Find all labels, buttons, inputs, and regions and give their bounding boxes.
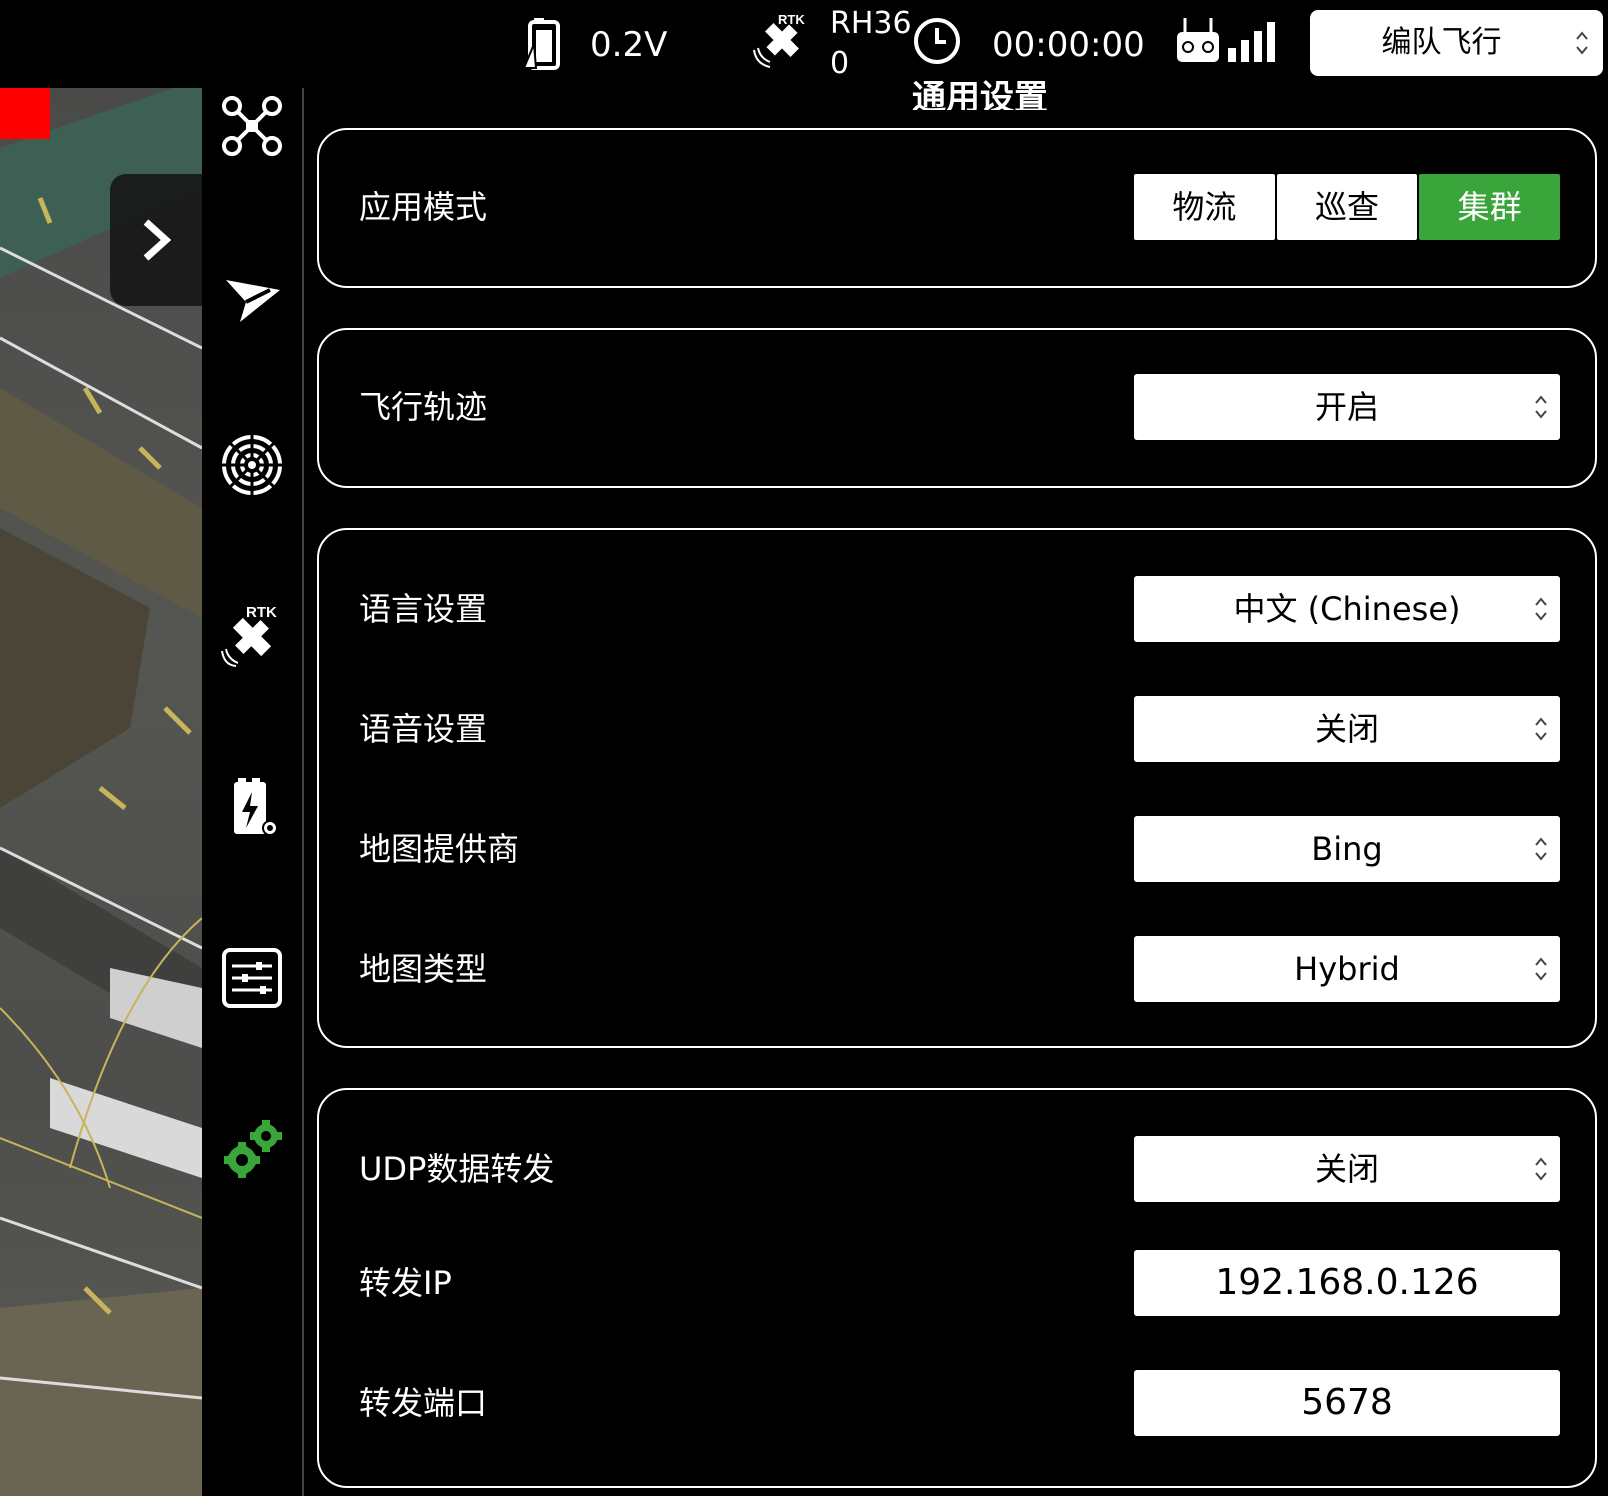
forward-ip-label: 转发IP <box>359 1264 452 1302</box>
udp-forward-card: UDP数据转发 关闭 转发IP 192.168.0.126 转发端口 5678 <box>317 1088 1597 1488</box>
rtk-icon[interactable]: RTK <box>220 603 284 667</box>
forward-port-label: 转发端口 <box>359 1384 488 1422</box>
voice-label: 语音设置 <box>359 710 488 748</box>
updown-chevron-icon <box>1535 837 1547 861</box>
updown-chevron-icon <box>1535 597 1547 621</box>
flight-track-select[interactable]: 开启 <box>1134 374 1560 440</box>
language-select[interactable]: 中文 (Chinese) <box>1134 576 1560 642</box>
send-icon[interactable] <box>220 266 284 330</box>
flight-timer: 00:00:00 <box>992 25 1145 65</box>
battery-voltage: 0.2V <box>590 25 668 65</box>
flight-track-value: 开启 <box>1314 388 1379 426</box>
updown-chevron-icon <box>1576 31 1588 55</box>
rtk-status-line1: RH36 <box>830 6 912 41</box>
drone-icon[interactable] <box>220 94 284 158</box>
voice-value: 关闭 <box>1314 710 1379 748</box>
language-value: 中文 (Chinese) <box>1233 590 1461 628</box>
flight-mode-value: 编队飞行 <box>1381 25 1502 60</box>
map-view[interactable] <box>0 88 202 1496</box>
application-mode-card: 应用模式 物流 巡查 集群 <box>317 128 1597 288</box>
application-mode-label: 应用模式 <box>359 188 488 226</box>
language-label: 语言设置 <box>359 590 488 628</box>
rtk-badge: RTK <box>778 12 805 27</box>
clock-icon <box>914 18 960 64</box>
application-mode-segmented-control: 物流 巡查 集群 <box>1134 174 1561 240</box>
mode-option-cluster[interactable]: 集群 <box>1419 174 1561 240</box>
map-type-select[interactable]: Hybrid <box>1134 936 1560 1002</box>
flight-track-card: 飞行轨迹 开启 <box>317 328 1597 488</box>
alert-marker[interactable] <box>0 88 50 139</box>
sliders-icon[interactable] <box>220 946 284 1010</box>
display-settings-card: 语言设置 中文 (Chinese) 语音设置 关闭 地图提供商 Bing 地图类… <box>317 528 1597 1048</box>
map-provider-label: 地图提供商 <box>359 830 520 868</box>
battery-settings-icon[interactable] <box>220 778 284 842</box>
remote-controller-icon <box>1177 18 1219 62</box>
forward-port-value: 5678 <box>1301 1382 1393 1423</box>
updown-chevron-icon <box>1535 717 1547 741</box>
status-bar: 0.2V RTK RH36 0 00:00:00 编队飞行 <box>0 0 1608 88</box>
nav-rail: RTK <box>202 88 304 1496</box>
expand-panel-button[interactable] <box>110 174 202 306</box>
mode-option-logistics[interactable]: 物流 <box>1134 174 1275 240</box>
map-type-label: 地图类型 <box>359 950 488 988</box>
udp-forward-value: 关闭 <box>1314 1150 1379 1188</box>
forward-ip-value: 192.168.0.126 <box>1215 1262 1479 1303</box>
rtk-icon-badge: RTK <box>246 604 277 621</box>
udp-forward-label: UDP数据转发 <box>359 1150 555 1188</box>
mode-option-patrol[interactable]: 巡查 <box>1276 174 1418 240</box>
updown-chevron-icon <box>1535 957 1547 981</box>
map-provider-value: Bing <box>1311 830 1383 868</box>
flight-mode-select[interactable]: 编队飞行 <box>1310 10 1603 76</box>
forward-ip-input[interactable]: 192.168.0.126 <box>1134 1250 1560 1316</box>
map-provider-select[interactable]: Bing <box>1134 816 1560 882</box>
chevron-right-icon <box>143 219 172 261</box>
forward-port-input[interactable]: 5678 <box>1134 1370 1560 1436</box>
updown-chevron-icon <box>1535 395 1547 419</box>
radar-icon[interactable] <box>220 433 284 497</box>
rtk-status-line2: 0 <box>830 46 850 81</box>
updown-chevron-icon <box>1535 1157 1547 1181</box>
voice-select[interactable]: 关闭 <box>1134 696 1560 762</box>
page-title: 通用设置 <box>912 78 1048 110</box>
rtk-satellite-icon: RTK <box>753 12 805 68</box>
gears-icon[interactable] <box>220 1116 284 1180</box>
phone-battery-icon <box>522 18 560 70</box>
flight-track-label: 飞行轨迹 <box>359 388 488 426</box>
udp-forward-select[interactable]: 关闭 <box>1134 1136 1560 1202</box>
map-type-value: Hybrid <box>1294 950 1400 988</box>
signal-bars-icon <box>1228 22 1275 62</box>
